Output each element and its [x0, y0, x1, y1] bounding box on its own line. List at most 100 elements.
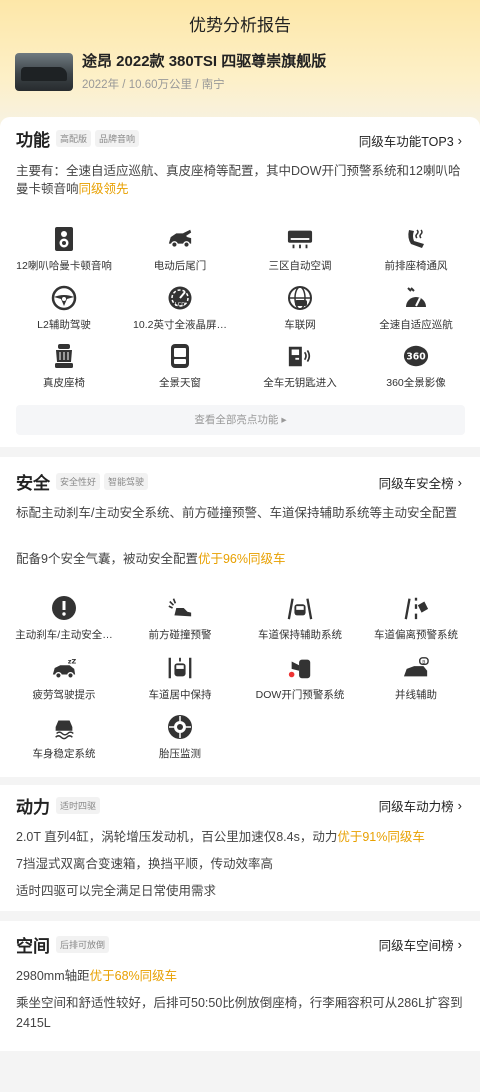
svg-text:360: 360 — [406, 352, 425, 363]
keyless-entry-icon — [287, 343, 313, 369]
section-title: 动力 — [16, 798, 50, 817]
tag: 后排可放倒 — [56, 936, 110, 953]
brake-warning-icon — [51, 595, 77, 621]
car-summary[interactable]: 途昂 2022款 380TSI 四驱尊崇旗舰版 2022年 / 10.60万公里… — [15, 52, 326, 92]
feature-label: 车道保持辅助系统 — [258, 629, 342, 641]
feature-label: 电动后尾门 — [153, 260, 207, 272]
feature-item[interactable]: 全速自适应巡航 — [356, 285, 476, 332]
feature-label: 车道居中保持 — [148, 689, 212, 701]
feature-item[interactable]: LCD 10.2英寸全液晶屏… — [120, 285, 240, 332]
feature-item[interactable]: 车道居中保持 — [120, 655, 240, 702]
car-meta: 2022年 / 10.60万公里 / 南宁 — [82, 79, 225, 91]
chevron-right-icon: › — [457, 133, 462, 148]
function-header: 功能 高配版 品牌音响 — [16, 126, 140, 151]
feature-item[interactable]: 三区自动空调 — [240, 226, 360, 273]
feature-item[interactable]: 胎压监测 — [120, 714, 240, 761]
feature-label: 全景天窗 — [159, 377, 201, 389]
space-card: 空间 后排可放倒 同级车空间榜 › 2980mm轴距优于68%同级车 乘坐空间和舒… — [0, 921, 480, 1051]
power-gearbox-text: 7挡湿式双离合变速箱，换挡平顺，传动效率高 — [16, 857, 273, 871]
feature-label: 胎压监测 — [159, 748, 201, 760]
feature-label: 12喇叭哈曼卡顿音响 — [16, 260, 112, 272]
feature-label: 疲劳驾驶提示 — [32, 689, 96, 701]
space-description: 乘坐空间和舒适性较好，后排可50:50比例放倒座椅，行李厢容积可从286L扩容到… — [16, 996, 463, 1030]
section-title: 功能 — [16, 131, 50, 150]
safety-header: 安全 安全性好 智能驾驶 — [16, 469, 149, 494]
feature-label: 车身稳定系统 — [32, 748, 96, 760]
function-rank-link[interactable]: 同级车功能TOP3 › — [359, 131, 462, 150]
feature-label: 全车无钥匙进入 — [263, 377, 337, 389]
stability-icon — [51, 714, 77, 740]
tag: 高配版 — [56, 130, 92, 147]
tag: 安全性好 — [56, 473, 101, 490]
door-warning-icon — [287, 655, 313, 681]
feature-label: 车联网 — [284, 319, 316, 331]
feature-label: L2辅助驾驶 — [37, 319, 91, 331]
chevron-right-icon: › — [457, 798, 462, 813]
power-drive-text: 适时四驱可以完全满足日常使用需求 — [16, 884, 217, 898]
car-name: 途昂 2022款 380TSI 四驱尊崇旗舰版 — [82, 53, 327, 70]
feature-label: 全速自适应巡航 — [379, 319, 453, 331]
feature-label: 车道偏离预警系统 — [374, 629, 458, 641]
feature-item[interactable]: 12喇叭哈曼卡顿音响 — [4, 226, 124, 273]
safety-airbag-text: 配备9个安全气囊，被动安全配置优于96%同级车 — [16, 552, 286, 566]
feature-item[interactable]: 全车无钥匙进入 — [240, 343, 360, 390]
tag: 适时四驱 — [56, 797, 101, 814]
camera-360-icon: 360 — [403, 343, 429, 369]
tailgate-icon — [167, 226, 193, 252]
feature-item[interactable]: 前排座椅通风 — [356, 226, 476, 273]
view-all-features-button[interactable]: 查看全部亮点功能 ▸ — [16, 405, 465, 435]
feature-item[interactable]: 前方碰撞预警 — [120, 595, 240, 642]
power-card: 动力 适时四驱 同级车动力榜 › 2.0T 直列4缸，涡轮增压发动机，百公里加速仅… — [0, 785, 480, 911]
function-description: 主要有：全速自适应巡航、真皮座椅等配置，其中DOW开门预警系统和12喇叭哈曼卡顿… — [16, 164, 461, 196]
space-rank-link[interactable]: 同级车空间榜 › — [379, 935, 462, 954]
feature-item[interactable]: B 并线辅助 — [356, 655, 476, 702]
lane-keep-icon — [287, 595, 313, 621]
feature-label: 并线辅助 — [395, 689, 437, 701]
feature-item[interactable]: zZ 疲劳驾驶提示 — [4, 655, 124, 702]
function-card: 功能 高配版 品牌音响 同级车功能TOP3 › 主要有：全速自适应巡航、真皮座椅等… — [0, 117, 480, 447]
power-rank-link[interactable]: 同级车动力榜 › — [379, 796, 462, 815]
chevron-right-icon: › — [457, 475, 462, 490]
feature-item[interactable]: DOW开门预警系统 — [240, 655, 360, 702]
feature-item[interactable]: 真皮座椅 — [4, 343, 124, 390]
svg-text:B: B — [422, 659, 425, 665]
feature-item[interactable]: 车道偏离预警系统 — [356, 595, 476, 642]
chevron-right-icon: › — [457, 937, 462, 952]
lane-center-icon — [167, 655, 193, 681]
tag: 品牌音响 — [95, 130, 140, 147]
lcd-gauge-icon: LCD — [167, 285, 193, 311]
section-title: 空间 — [16, 937, 50, 956]
feature-item[interactable]: L2辅助驾驶 — [4, 285, 124, 332]
feature-item[interactable]: 360 360全景影像 — [356, 343, 476, 390]
feature-label: 360全景影像 — [386, 377, 446, 389]
feature-item[interactable]: 车联网 — [240, 285, 360, 332]
speaker-icon — [51, 226, 77, 252]
safety-card: 安全 安全性好 智能驾驶 同级车安全榜 › 标配主动刹车/主动安全系统、前方碰撞预… — [0, 457, 480, 777]
power-header: 动力 适时四驱 — [16, 793, 101, 818]
feature-item[interactable]: 全景天窗 — [120, 343, 240, 390]
tag: 智能驾驶 — [104, 473, 149, 490]
svg-text:LCD: LCD — [175, 302, 185, 308]
svg-text:zZ: zZ — [68, 657, 77, 665]
feature-item[interactable]: 车身稳定系统 — [4, 714, 124, 761]
seat-ventilation-icon — [403, 226, 429, 252]
steering-wheel-icon — [51, 285, 77, 311]
leather-seat-icon — [51, 343, 77, 369]
power-engine-text: 2.0T 直列4缸，涡轮增压发动机，百公里加速仅8.4s，动力优于91%同级车 — [16, 830, 425, 844]
sunroof-icon — [167, 343, 193, 369]
car-thumbnail — [15, 53, 73, 91]
space-header: 空间 后排可放倒 — [16, 932, 110, 957]
feature-item[interactable]: 主动刹车/主动安全… — [4, 595, 124, 642]
safety-rank-link[interactable]: 同级车安全榜 › — [379, 473, 462, 492]
feature-item[interactable]: 电动后尾门 — [120, 226, 240, 273]
cruise-icon — [403, 285, 429, 311]
feature-label: 真皮座椅 — [43, 377, 85, 389]
feature-label: DOW开门预警系统 — [255, 689, 345, 701]
feature-label: 前排座椅通风 — [384, 260, 448, 272]
globe-car-icon — [287, 285, 313, 311]
space-wheelbase-text: 2980mm轴距优于68%同级车 — [16, 969, 178, 983]
tire-pressure-icon — [167, 714, 193, 740]
feature-label: 10.2英寸全液晶屏… — [133, 319, 227, 331]
fatigue-icon: zZ — [51, 655, 77, 681]
feature-item[interactable]: 车道保持辅助系统 — [240, 595, 360, 642]
